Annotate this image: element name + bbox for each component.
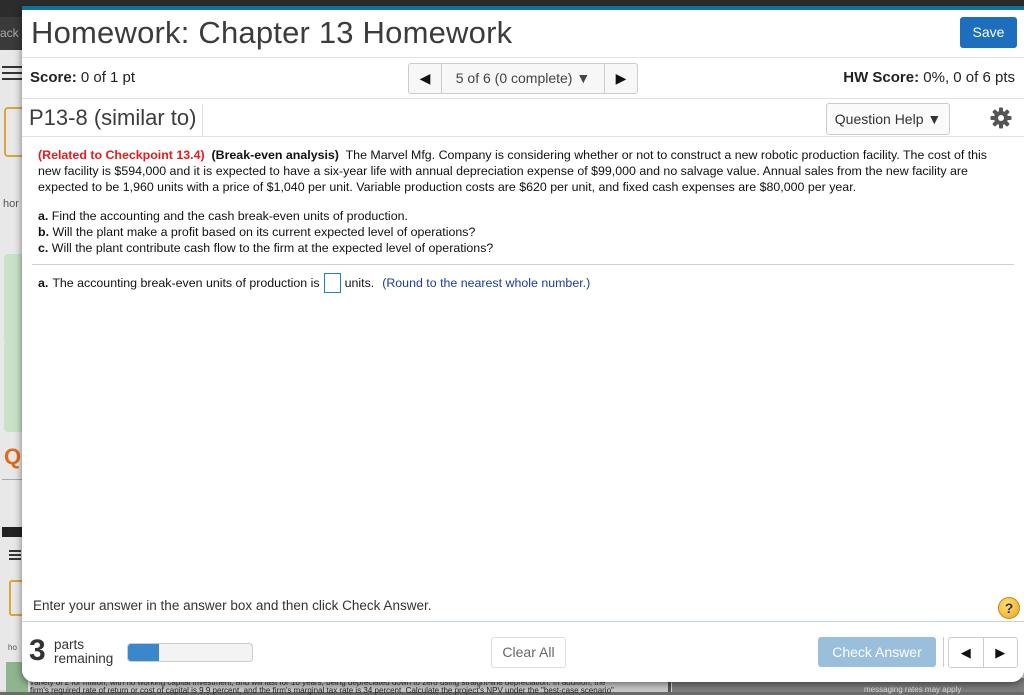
background-menu-icon <box>9 548 21 562</box>
help-icon[interactable]: ? <box>998 597 1020 619</box>
divider <box>943 637 944 667</box>
check-answer-button[interactable]: Check Answer <box>818 637 936 667</box>
parts-remaining-label: parts remaining <box>54 638 113 666</box>
triangle-right-icon: ▶ <box>995 644 1006 660</box>
answer-prefix: The accounting break-even units of produ… <box>52 276 320 290</box>
progress-bar <box>127 643 253 662</box>
part-text: Find the accounting and the cash break-e… <box>51 209 408 223</box>
gear-icon[interactable] <box>989 106 1013 130</box>
part-letter: b. <box>38 225 50 239</box>
page-title: Homework: Chapter 13 Homework <box>31 15 513 50</box>
next-question-button[interactable]: ▶ <box>604 64 637 93</box>
score: Score: 0 of 1 pt <box>30 69 135 86</box>
clear-all-button[interactable]: Clear All <box>491 637 566 668</box>
question-part: c. Will the plant contribute cash flow t… <box>38 240 493 256</box>
question-select-dropdown[interactable]: 5 of 6 (0 complete) ▼ <box>442 64 604 93</box>
answer-hint: (Round to the nearest whole number.) <box>382 276 591 290</box>
score-value: 0 of 1 pt <box>80 69 136 86</box>
triangle-right-icon: ▶ <box>615 70 627 86</box>
progress-bar-fill <box>128 644 159 661</box>
divider <box>32 264 1014 265</box>
background-text: messaging rates may apply <box>864 685 962 694</box>
background-text: firm's required rate of return or cost o… <box>30 686 614 695</box>
hw-score-value: 0%, 0 of 6 pts <box>923 69 1015 86</box>
remaining-word: remaining <box>54 651 114 666</box>
triangle-left-icon: ◀ <box>419 70 431 86</box>
divider <box>22 57 1024 58</box>
hw-score-label: HW Score: <box>843 69 920 86</box>
part-letter: a. <box>38 209 49 223</box>
answer-row: a. The accounting break-even units of pr… <box>38 273 590 293</box>
related-checkpoint-link[interactable]: (Related to Checkpoint 13.4) <box>38 148 205 162</box>
part-text: Will the plant make a profit based on it… <box>52 225 476 239</box>
next-part-button[interactable]: ▶ <box>984 638 1018 667</box>
answer-input[interactable] <box>323 273 341 293</box>
divider <box>22 98 1024 99</box>
divider <box>22 621 1024 622</box>
part-pager: ◀ ▶ <box>948 637 1018 668</box>
previous-question-button[interactable]: ◀ <box>409 64 442 93</box>
background-menu-icon <box>2 62 24 84</box>
question-navigator: ◀ 5 of 6 (0 complete) ▼ ▶ <box>408 63 638 94</box>
question-id: P13-8 (similar to) <box>29 104 204 136</box>
part-text: Will the plant contribute cash flow to t… <box>51 241 494 255</box>
previous-part-button[interactable]: ◀ <box>949 638 984 667</box>
instruction-text: Enter your answer in the answer box and … <box>33 598 432 613</box>
parts-word: parts <box>54 637 85 652</box>
triangle-left-icon: ◀ <box>960 644 971 660</box>
homework-modal: Homework: Chapter 13 Homework Save Score… <box>22 6 1024 682</box>
background-label: hor <box>3 198 19 210</box>
part-letter: c. <box>38 241 49 255</box>
question-parts: a. Find the accounting and the cash brea… <box>38 208 493 256</box>
question-part: b. Will the plant make a profit based on… <box>38 224 493 240</box>
question-text: (Related to Checkpoint 13.4) (Break-even… <box>38 147 1013 195</box>
modal-accent-bar <box>22 6 1024 10</box>
hw-score: HW Score: 0%, 0 of 6 pts <box>843 69 1015 86</box>
answer-letter: a. <box>38 276 49 290</box>
answer-suffix: units. <box>344 276 375 290</box>
background-label: ho <box>8 643 17 652</box>
divider <box>22 136 1024 137</box>
save-button[interactable]: Save <box>960 17 1017 48</box>
question-part: a. Find the accounting and the cash brea… <box>38 208 493 224</box>
background-q-logo-icon: Q <box>4 444 22 469</box>
parts-remaining-count: 3 <box>29 634 46 667</box>
question-help-dropdown[interactable]: Question Help ▼ <box>826 103 950 135</box>
question-topic: (Break-even analysis) <box>211 148 339 162</box>
score-label: Score: <box>30 69 77 86</box>
